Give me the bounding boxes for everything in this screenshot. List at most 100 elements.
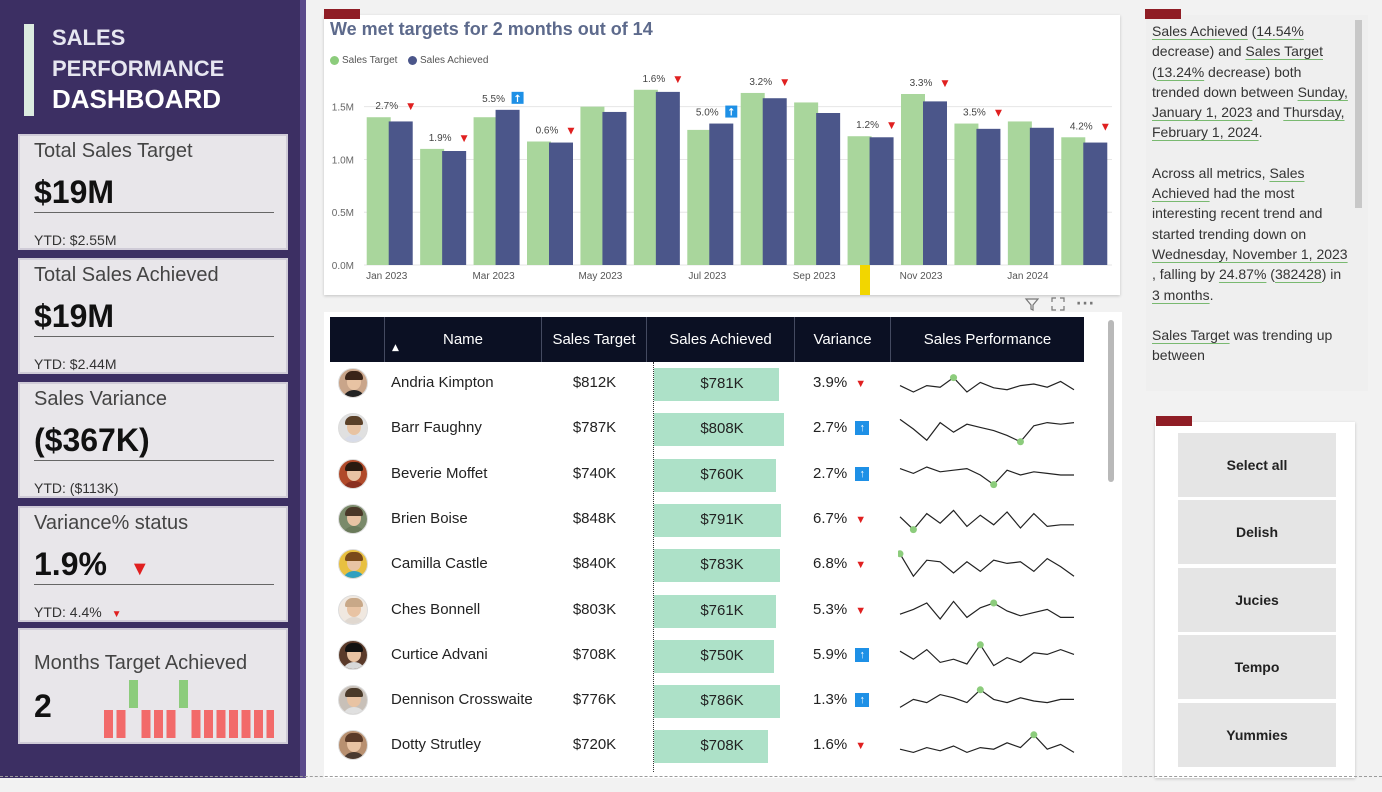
header-name[interactable]: Name <box>385 317 542 362</box>
down-triangle-icon: ▼ <box>855 513 867 526</box>
narrative-scrollbar[interactable] <box>1355 20 1362 208</box>
kpi-variance-status[interactable]: Variance% status 1.9% ▼ YTD: 4.4% ▼ <box>18 506 288 622</box>
table-row[interactable]: Beverie Moffet $740K $760K 2.7% ↑ <box>330 453 1084 498</box>
percent-value[interactable]: 24.87% <box>1219 266 1266 282</box>
sales-sparkline <box>899 465 1074 488</box>
metric-link[interactable]: Sales Achieved <box>1152 23 1248 39</box>
bar-sales-target[interactable] <box>527 141 551 266</box>
bar-sales-target[interactable] <box>954 123 979 265</box>
sparkline-peak-marker <box>1016 438 1024 446</box>
duration-value[interactable]: 3 months <box>1152 287 1210 303</box>
cell-name: Brien Boise <box>391 509 468 527</box>
header-sales-target[interactable]: Sales Target <box>542 317 647 362</box>
bar-sales-achieved[interactable] <box>442 151 467 265</box>
ytd-value: $2.44M <box>69 356 117 372</box>
kpi-total-sales-achieved[interactable]: Total Sales Achieved $19M YTD: $2.44M <box>18 258 288 374</box>
bar-sales-achieved[interactable] <box>655 91 680 265</box>
narrative-paragraph-3: Sales Target was trending up between <box>1152 325 1352 366</box>
kpi-total-sales-target[interactable]: Total Sales Target $19M YTD: $2.55M <box>18 134 288 250</box>
sparkline-path <box>899 509 1074 531</box>
bar-sales-achieved[interactable] <box>709 123 734 265</box>
variance-value: 6.8% <box>813 555 848 573</box>
metric-link[interactable]: Sales Target <box>1152 327 1230 343</box>
header-sales-performance[interactable]: Sales Performance <box>891 317 1084 362</box>
x-tick-label: Nov 2023 <box>900 271 943 282</box>
variance-value: 1.6% <box>813 736 848 754</box>
ytd-label: YTD: <box>34 604 66 620</box>
down-triangle-icon: ▼ <box>111 609 122 620</box>
bar-sales-target[interactable] <box>473 117 498 265</box>
panel-tag <box>1156 416 1192 426</box>
bar-sales-achieved[interactable] <box>1083 142 1108 265</box>
sparkline-peak-marker <box>990 599 998 606</box>
table-scrollbar[interactable] <box>1108 320 1114 482</box>
x-tick-label: Mar 2023 <box>472 271 515 282</box>
bar-sales-target[interactable] <box>580 106 605 266</box>
bar-sales-achieved[interactable] <box>869 137 894 265</box>
avatar-hair <box>345 461 363 471</box>
bar-sales-achieved[interactable] <box>1029 127 1054 266</box>
bar-sales-achieved[interactable] <box>495 109 520 265</box>
bar-sales-target[interactable] <box>366 117 391 265</box>
kpi-months-target-achieved[interactable]: Months Target Achieved 2 <box>18 628 288 744</box>
percent-value[interactable]: 13.24% <box>1157 64 1204 80</box>
bar-sales-target[interactable] <box>847 136 872 265</box>
avatar <box>338 503 368 534</box>
up-arrow-icon: ↑ <box>855 466 870 481</box>
amount-value[interactable]: 382428 <box>1275 266 1322 282</box>
text: ( <box>1266 266 1275 283</box>
cell-name: Andria Kimpton <box>391 374 494 391</box>
kpi-sales-variance[interactable]: Sales Variance ($367K) YTD: ($113K) <box>18 382 288 498</box>
title-line-3: DASHBOARD <box>52 84 221 114</box>
table-row[interactable]: Andria Kimpton $812K $781K 3.9% ▼ <box>330 362 1084 407</box>
slicer-option-tempo[interactable]: Tempo <box>1178 635 1336 699</box>
bar-sales-achieved[interactable] <box>549 142 573 265</box>
kpi-label: Sales Variance <box>34 388 168 410</box>
bar-sales-achieved[interactable] <box>923 101 947 265</box>
bar-sales-target[interactable] <box>1007 121 1032 265</box>
bar-sales-target[interactable] <box>420 148 445 265</box>
bar-sales-target[interactable] <box>794 102 819 265</box>
table-row[interactable]: Dotty Strutley $720K $708K 1.6% ▼ <box>330 724 1084 769</box>
slicer-option-select-all[interactable]: Select all <box>1178 433 1336 497</box>
header-variance[interactable]: Variance <box>795 317 891 362</box>
avatar-hair <box>345 597 363 607</box>
slicer-option-yummies[interactable]: Yummies <box>1178 703 1336 767</box>
table-row[interactable]: Dennison Crosswaite $776K $786K 1.3% ↑ <box>330 679 1084 724</box>
percent-value[interactable]: 14.54% <box>1256 23 1303 39</box>
monthly-sales-chart-panel[interactable]: We met targets for 2 months out of 14 Sa… <box>324 9 1120 295</box>
cell-name: Beverie Moffet <box>391 464 488 482</box>
month-miss-bar <box>141 710 151 738</box>
bar-sales-target[interactable] <box>687 129 712 265</box>
table-row[interactable]: Barr Faughny $787K $808K 2.7% ↑ <box>330 407 1084 452</box>
bar-sales-achieved[interactable] <box>602 111 627 265</box>
bar-sales-target[interactable] <box>1061 137 1086 265</box>
bar-sales-achieved[interactable] <box>388 121 413 265</box>
bar-sales-target[interactable] <box>740 92 765 265</box>
header-sales-achieved[interactable]: Sales Achieved <box>647 317 795 362</box>
date-value[interactable]: Wednesday, November 1, 2023 <box>1152 246 1348 262</box>
table-row[interactable]: Camilla Castle $840K $783K 6.8% ▼ <box>330 543 1084 588</box>
y-tick-label: 0.5M <box>332 208 354 219</box>
bar-sales-target[interactable] <box>633 89 658 266</box>
table-row[interactable]: Curtice Advani $708K $750K 5.9% ↑ <box>330 634 1084 679</box>
metric-link[interactable]: Sales Target <box>1245 43 1323 59</box>
kpi-value: 2 <box>34 688 52 724</box>
kpi-value: ($367K) <box>34 422 150 458</box>
sparkline-path <box>899 689 1074 709</box>
up-arrow-glyph: ↑ <box>727 108 735 119</box>
table-row[interactable]: Brien Boise $848K $791K 6.7% ▼ <box>330 498 1084 543</box>
cell-name: Dotty Strutley <box>391 736 482 754</box>
bar-sales-achieved[interactable] <box>762 98 787 265</box>
slicer-option-delish[interactable]: Delish <box>1178 500 1336 564</box>
slicer-option-jucies[interactable]: Jucies <box>1178 568 1336 632</box>
y-tick-label: 0.0M <box>332 261 354 272</box>
table-row[interactable]: Ches Bonnell $803K $761K 5.3% ▼ <box>330 589 1084 634</box>
sales-sparkline <box>898 550 1075 578</box>
variance-data-label: 3.3% <box>910 78 933 89</box>
down-triangle-icon: ▼ <box>855 378 867 390</box>
bar-sales-target[interactable] <box>901 94 925 265</box>
bar-sales-achieved[interactable] <box>976 128 1001 265</box>
avatar-hair <box>345 733 363 743</box>
bar-sales-achieved[interactable] <box>816 113 841 265</box>
